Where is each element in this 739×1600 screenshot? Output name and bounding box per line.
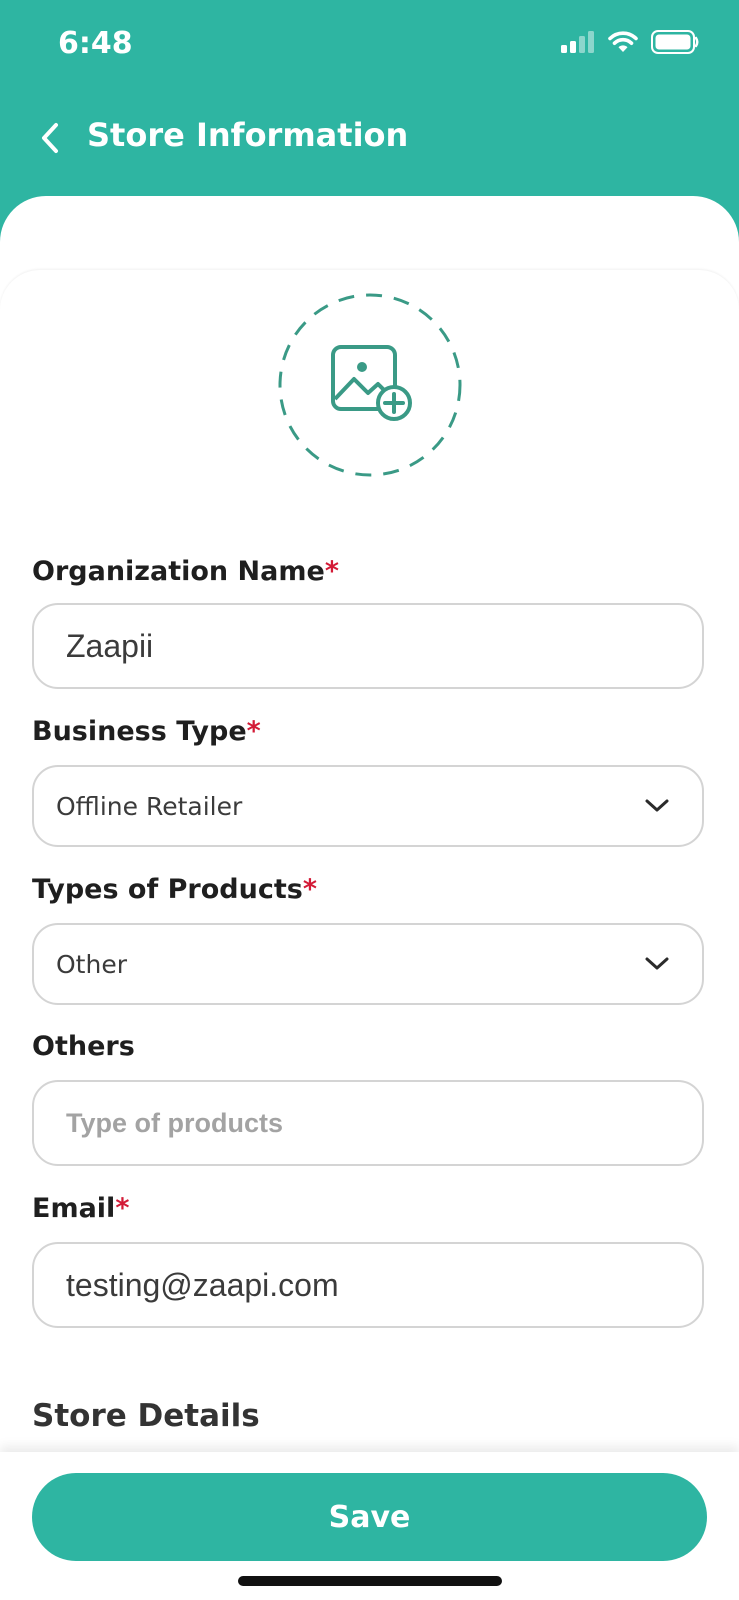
status-icons <box>561 30 699 54</box>
required-asterisk: * <box>302 874 317 905</box>
status-bar: 6:48 <box>0 0 739 90</box>
types-of-products-value: Other <box>56 949 127 979</box>
chevron-down-icon <box>645 957 669 970</box>
email-input[interactable]: testing@zaapi.com <box>32 1242 704 1328</box>
required-asterisk: * <box>246 716 261 747</box>
home-indicator <box>238 1576 502 1586</box>
business-type-select[interactable]: Offline Retailer <box>32 765 704 847</box>
organization-name-label: Organization Name* <box>32 556 339 587</box>
email-value: testing@zaapi.com <box>66 1266 339 1303</box>
save-button[interactable]: Save <box>32 1473 707 1561</box>
types-of-products-label: Types of Products* <box>32 874 317 905</box>
required-asterisk: * <box>115 1193 130 1224</box>
chevron-down-icon <box>645 799 669 812</box>
others-placeholder: Type of products <box>66 1107 284 1138</box>
back-button[interactable] <box>30 116 70 160</box>
organization-name-input[interactable]: Zaapii <box>32 603 704 689</box>
page-title: Store Information <box>87 116 409 154</box>
required-asterisk: * <box>324 556 339 587</box>
types-of-products-select[interactable]: Other <box>32 923 704 1005</box>
status-time: 6:48 <box>58 26 133 61</box>
battery-icon <box>651 30 699 54</box>
store-image-upload-button[interactable] <box>276 291 464 479</box>
business-type-value: Offline Retailer <box>56 791 243 821</box>
chevron-left-icon <box>42 123 58 153</box>
others-input[interactable]: Type of products <box>32 1080 704 1166</box>
organization-name-value: Zaapii <box>66 627 154 664</box>
dashed-circle-frame <box>278 293 462 477</box>
store-details-heading: Store Details <box>32 1398 260 1434</box>
bottom-action-bar: Save <box>0 1452 739 1600</box>
cellular-signal-icon <box>561 31 594 53</box>
others-label: Others <box>32 1031 135 1062</box>
header: Store Information <box>0 96 739 186</box>
email-label: Email* <box>32 1193 130 1224</box>
image-add-icon <box>331 345 412 421</box>
wifi-icon <box>608 31 638 52</box>
business-type-label: Business Type* <box>32 716 261 747</box>
